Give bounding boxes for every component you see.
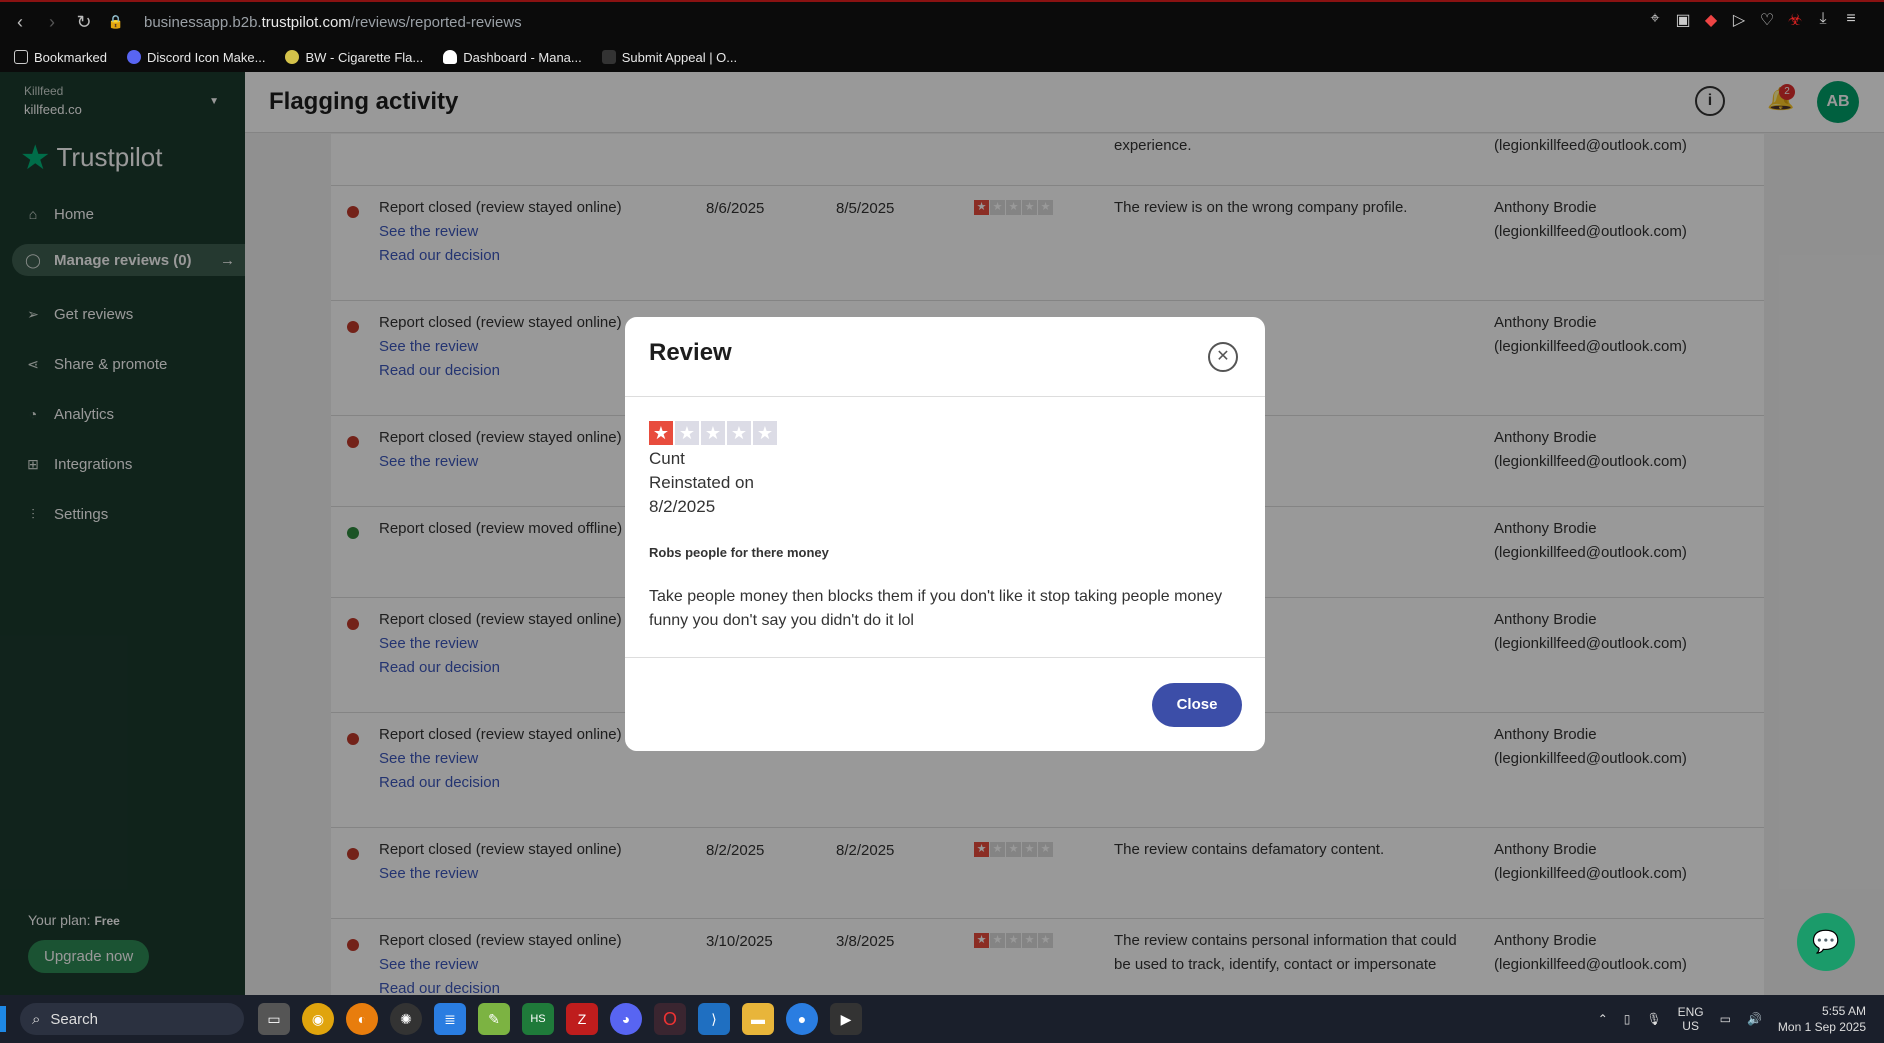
taskbar-apps: ▭ ◉ ◐ ✺ ≣ ✎ HS Z ◕ O ⟩ ▬ ● ▶ [258, 1003, 862, 1035]
reload-icon[interactable]: ↻ [72, 12, 96, 33]
clock[interactable]: 5:55 AM Mon 1 Sep 2025 [1778, 1003, 1866, 1035]
biohazard-icon[interactable]: ☣ [1786, 10, 1804, 30]
address-bar: ‹ › ↻ 🔒 businessapp.b2b.trustpilot.com/r… [0, 2, 1884, 42]
notepad-icon[interactable]: ≣ [434, 1003, 466, 1035]
shield-icon[interactable]: ◆ [1702, 10, 1720, 30]
review-modal: Review ✕ ★ ★ ★ ★ ★ Cunt Reinstated on 8/2/20… [625, 317, 1265, 751]
reviewer-name: Cunt [649, 449, 685, 468]
bookmark-item[interactable]: Dashboard - Mana... [443, 50, 582, 65]
language-indicator[interactable]: ENG US [1678, 1005, 1704, 1033]
notepadpp-icon[interactable]: ✎ [478, 1003, 510, 1035]
filezilla-icon[interactable]: Z [566, 1003, 598, 1035]
vscode-icon[interactable]: ⟩ [698, 1003, 730, 1035]
star-icon: ★ [675, 421, 699, 445]
terminal-icon[interactable]: ▶ [830, 1003, 862, 1035]
modal-title: Review [649, 339, 732, 366]
url-field[interactable]: businessapp.b2b.trustpilot.com/reviews/r… [144, 14, 522, 31]
back-icon[interactable]: ‹ [8, 12, 32, 33]
hubspot-icon[interactable]: HS [522, 1003, 554, 1035]
menu-icon[interactable]: ≡ [1842, 10, 1860, 30]
search-icon: ⌕ [32, 1010, 41, 1028]
play-icon[interactable]: ▷ [1730, 10, 1748, 30]
download-icon[interactable]: ⤓ [1814, 10, 1832, 30]
bookmark-item[interactable]: Discord Icon Make... [126, 50, 265, 65]
star-icon: ★ [701, 421, 725, 445]
chat-widget-icon[interactable]: 💬 [1797, 913, 1855, 971]
review-star-rating: ★ ★ ★ ★ ★ [649, 421, 777, 445]
forward-icon[interactable]: › [40, 12, 64, 33]
star-icon: ★ [727, 421, 751, 445]
star-icon: ★ [753, 421, 777, 445]
bookmarks-bar: Bookmarked Discord Icon Make... BW - Cig… [0, 42, 1884, 72]
volume-icon[interactable]: 🔊 [1747, 1012, 1762, 1026]
taskbar: ⌕ Search ▭ ◉ ◐ ✺ ≣ ✎ HS Z ◕ O ⟩ ▬ ● ▶ ⌃ ▯… [0, 995, 1884, 1043]
close-icon[interactable]: ✕ [1208, 342, 1238, 372]
taskbar-search[interactable]: ⌕ Search [20, 1003, 244, 1035]
flame-icon [443, 50, 458, 64]
review-meta: Cunt Reinstated on 8/2/2025 [649, 447, 754, 519]
browser-toolbar-icons: ⌖ ▣ ◆ ▷ ♡ ☣ ⤓ ≡ [1646, 10, 1860, 30]
bookmark-item[interactable]: Submit Appeal | O... [601, 50, 737, 65]
folder-icon [14, 50, 28, 64]
chevron-up-icon[interactable]: ⌃ [1598, 1012, 1608, 1026]
discord-icon [126, 50, 141, 64]
chatgpt-icon[interactable]: ✺ [390, 1003, 422, 1035]
star-icon: ★ [649, 421, 673, 445]
task-view-icon[interactable]: ▭ [258, 1003, 290, 1035]
network-icon[interactable]: ▭ [1720, 1012, 1731, 1026]
microphone-icon[interactable]: 🎙 [1646, 1012, 1661, 1026]
start-button[interactable] [0, 1006, 6, 1032]
lock-icon: 🔒 [107, 14, 125, 29]
reinstated-label: Reinstated on [649, 473, 754, 492]
globe-icon [285, 50, 300, 64]
usb-icon[interactable]: ▯ [1624, 1012, 1631, 1026]
headset-icon [601, 50, 616, 64]
browser-chrome: ‹ › ↻ 🔒 businessapp.b2b.trustpilot.com/r… [0, 0, 1884, 72]
system-tray: ⌃ ▯ 🎙 ENG US ▭ 🔊 5:55 AM Mon 1 Sep 2025 [1598, 995, 1866, 1043]
browser-icon[interactable]: ● [786, 1003, 818, 1035]
divider [625, 657, 1265, 658]
divider [625, 396, 1265, 397]
discord-icon[interactable]: ◕ [610, 1003, 642, 1035]
review-body: Take people money then blocks them if yo… [649, 588, 1223, 629]
file-explorer-icon[interactable]: ▬ [742, 1003, 774, 1035]
reinstated-date: 8/2/2025 [649, 497, 716, 516]
bookmark-item[interactable]: Bookmarked [14, 50, 107, 65]
close-button[interactable]: Close [1152, 683, 1242, 727]
blender-icon[interactable]: ◐ [346, 1003, 378, 1035]
review-title: Robs people for there money [649, 545, 829, 560]
chrome-icon[interactable]: ◉ [302, 1003, 334, 1035]
screenshot-icon[interactable]: ▣ [1674, 10, 1692, 30]
bookmark-item[interactable]: BW - Cigarette Fla... [285, 50, 423, 65]
heart-icon[interactable]: ♡ [1758, 10, 1776, 30]
pin-icon[interactable]: ⌖ [1646, 10, 1664, 30]
opera-icon[interactable]: O [654, 1003, 686, 1035]
